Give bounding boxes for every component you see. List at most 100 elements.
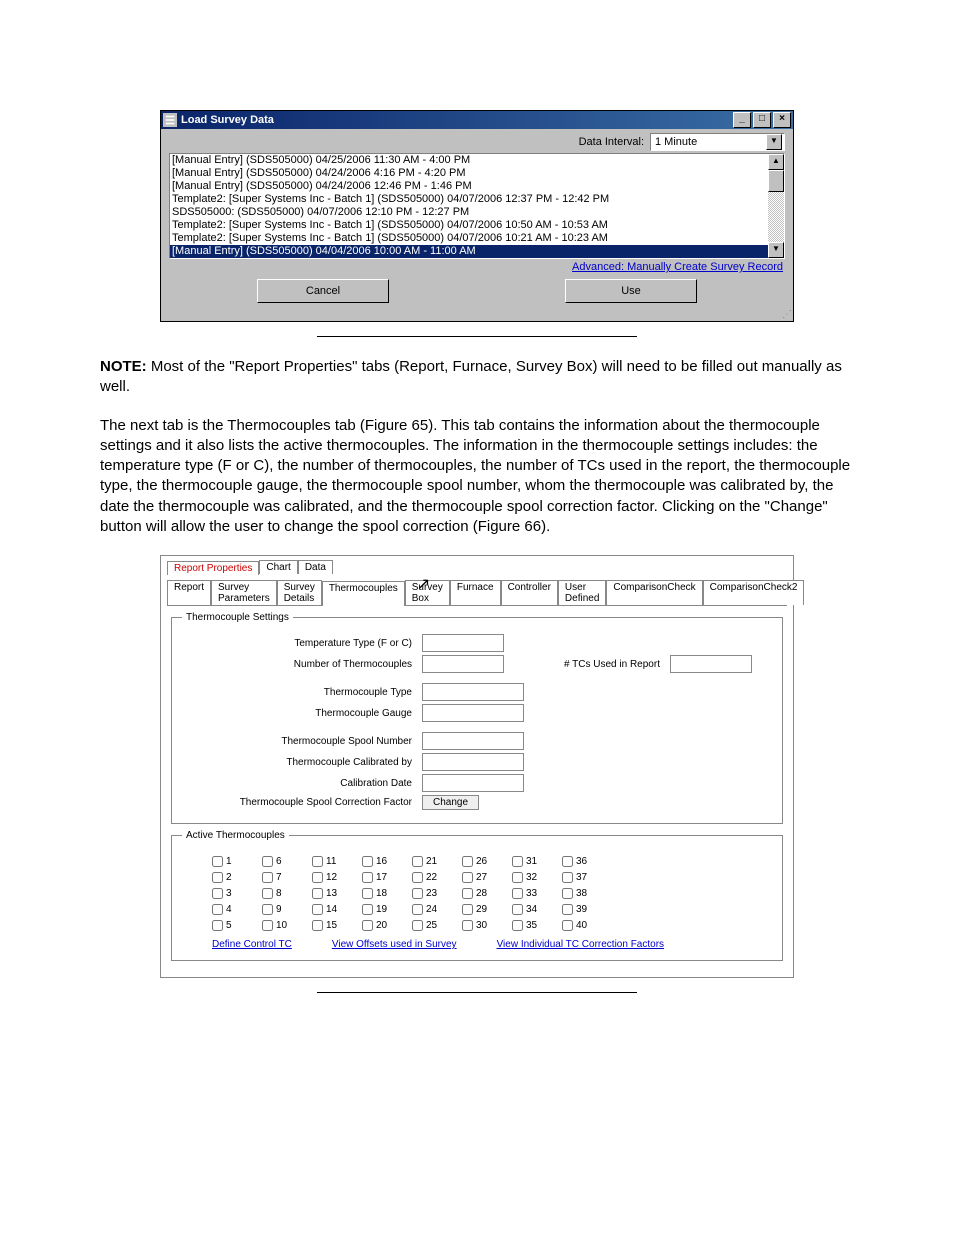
sub-tab[interactable]: Controller [501, 580, 558, 605]
tc-checkbox[interactable]: 18 [362, 885, 408, 901]
tc-checkbox[interactable]: 37 [562, 869, 608, 885]
tc-checkbox-input[interactable] [462, 856, 473, 867]
tc-checkbox-input[interactable] [212, 888, 223, 899]
tc-checkbox[interactable]: 29 [462, 901, 508, 917]
tc-checkbox-input[interactable] [562, 920, 573, 931]
sub-tab[interactable]: User Defined [558, 580, 606, 605]
tc-checkbox[interactable]: 40 [562, 917, 608, 933]
tc-checkbox[interactable]: 1 [212, 853, 258, 869]
tc-checkbox-input[interactable] [362, 856, 373, 867]
tc-checkbox-input[interactable] [512, 888, 523, 899]
cancel-button[interactable]: Cancel [257, 279, 389, 303]
tc-checkbox[interactable]: 11 [312, 853, 358, 869]
scroll-up-button[interactable]: ▲ [768, 154, 784, 170]
resize-grip[interactable]: ⋰ [161, 311, 793, 321]
tc-checkbox[interactable]: 10 [262, 917, 308, 933]
tc-checkbox[interactable]: 5 [212, 917, 258, 933]
tc-checkbox-input[interactable] [412, 920, 423, 931]
tc-checkbox-input[interactable] [312, 920, 323, 931]
tc-checkbox[interactable]: 35 [512, 917, 558, 933]
tc-checkbox[interactable]: 31 [512, 853, 558, 869]
tc-checkbox-input[interactable] [562, 904, 573, 915]
close-button[interactable]: × [773, 112, 791, 128]
use-button[interactable]: Use [565, 279, 697, 303]
tc-checkbox-input[interactable] [462, 920, 473, 931]
list-item[interactable]: [Manual Entry] (SDS505000) 04/24/2006 4:… [170, 167, 768, 180]
list-item[interactable]: [Manual Entry] (SDS505000) 04/24/2006 12… [170, 180, 768, 193]
minimize-button[interactable]: _ [733, 112, 751, 128]
input-cal-by[interactable] [422, 753, 524, 771]
tc-checkbox[interactable]: 2 [212, 869, 258, 885]
tc-checkbox-input[interactable] [212, 856, 223, 867]
input-cal-date[interactable] [422, 774, 524, 792]
tc-checkbox-input[interactable] [562, 888, 573, 899]
tc-checkbox-input[interactable] [412, 856, 423, 867]
sub-tab[interactable]: Report [167, 580, 211, 605]
list-item[interactable]: Template2: [Super Systems Inc - Batch 1]… [170, 219, 768, 232]
tc-checkbox[interactable]: 27 [462, 869, 508, 885]
tc-checkbox[interactable]: 3 [212, 885, 258, 901]
tc-checkbox[interactable]: 7 [262, 869, 308, 885]
sub-tab[interactable]: Thermocouples [322, 581, 405, 606]
tc-checkbox-input[interactable] [412, 872, 423, 883]
maximize-button[interactable]: □ [753, 112, 771, 128]
main-tab[interactable]: Data [298, 560, 333, 574]
tc-checkbox[interactable]: 38 [562, 885, 608, 901]
tc-checkbox[interactable]: 16 [362, 853, 408, 869]
tc-checkbox-input[interactable] [262, 904, 273, 915]
main-tab[interactable]: Chart [259, 560, 297, 574]
sub-tab[interactable]: Furnace [450, 580, 501, 605]
scrollbar[interactable]: ▲ ▼ [768, 154, 784, 258]
tc-checkbox-input[interactable] [362, 920, 373, 931]
list-item[interactable]: Template2: [Super Systems Inc - Batch 1]… [170, 258, 768, 259]
tc-checkbox-input[interactable] [262, 920, 273, 931]
list-item[interactable]: Template2: [Super Systems Inc - Batch 1]… [170, 193, 768, 206]
tc-checkbox-input[interactable] [262, 872, 273, 883]
list-item[interactable]: Template2: [Super Systems Inc - Batch 1]… [170, 232, 768, 245]
tc-checkbox-input[interactable] [562, 872, 573, 883]
tc-checkbox-input[interactable] [512, 856, 523, 867]
tc-checkbox[interactable]: 13 [312, 885, 358, 901]
tc-checkbox[interactable]: 25 [412, 917, 458, 933]
tc-checkbox-input[interactable] [562, 856, 573, 867]
tc-checkbox[interactable]: 6 [262, 853, 308, 869]
tc-checkbox[interactable]: 17 [362, 869, 408, 885]
tc-checkbox-input[interactable] [312, 888, 323, 899]
advanced-link[interactable]: Advanced: Manually Create Survey Record [572, 261, 783, 273]
tc-checkbox-input[interactable] [412, 888, 423, 899]
tc-checkbox[interactable]: 36 [562, 853, 608, 869]
tc-checkbox-input[interactable] [262, 888, 273, 899]
tc-checkbox-input[interactable] [212, 872, 223, 883]
tc-checkbox[interactable]: 30 [462, 917, 508, 933]
tc-checkbox-input[interactable] [362, 872, 373, 883]
tc-checkbox-input[interactable] [362, 904, 373, 915]
input-temp-type[interactable] [422, 634, 504, 652]
tc-checkbox[interactable]: 39 [562, 901, 608, 917]
sub-tab[interactable]: Survey Details [277, 580, 322, 605]
link-view-correction-factors[interactable]: View Individual TC Correction Factors [497, 939, 664, 950]
tc-checkbox[interactable]: 23 [412, 885, 458, 901]
combo-arrow-icon[interactable]: ▼ [766, 134, 782, 150]
link-view-offsets[interactable]: View Offsets used in Survey [332, 939, 457, 950]
sub-tab[interactable]: ComparisonCheck2 [703, 580, 805, 605]
link-define-control-tc[interactable]: Define Control TC [212, 939, 292, 950]
tc-checkbox-input[interactable] [512, 904, 523, 915]
tc-checkbox[interactable]: 33 [512, 885, 558, 901]
tc-checkbox-input[interactable] [462, 904, 473, 915]
tc-checkbox[interactable]: 15 [312, 917, 358, 933]
sub-tab[interactable]: Survey Box [405, 580, 450, 605]
input-tc-type[interactable] [422, 683, 524, 701]
sub-tab[interactable]: ComparisonCheck [606, 580, 702, 605]
tc-checkbox-input[interactable] [262, 856, 273, 867]
tc-checkbox-input[interactable] [512, 872, 523, 883]
interval-combo[interactable]: 1 Minute ▼ [650, 133, 785, 151]
tc-checkbox-input[interactable] [212, 920, 223, 931]
survey-listbox[interactable]: [Manual Entry] (SDS505000) 04/25/2006 11… [169, 153, 785, 259]
tc-checkbox-input[interactable] [212, 904, 223, 915]
tc-checkbox[interactable]: 26 [462, 853, 508, 869]
tc-checkbox[interactable]: 19 [362, 901, 408, 917]
tc-checkbox-input[interactable] [312, 872, 323, 883]
input-spool-no[interactable] [422, 732, 524, 750]
tc-checkbox-input[interactable] [412, 904, 423, 915]
tc-checkbox-input[interactable] [312, 856, 323, 867]
